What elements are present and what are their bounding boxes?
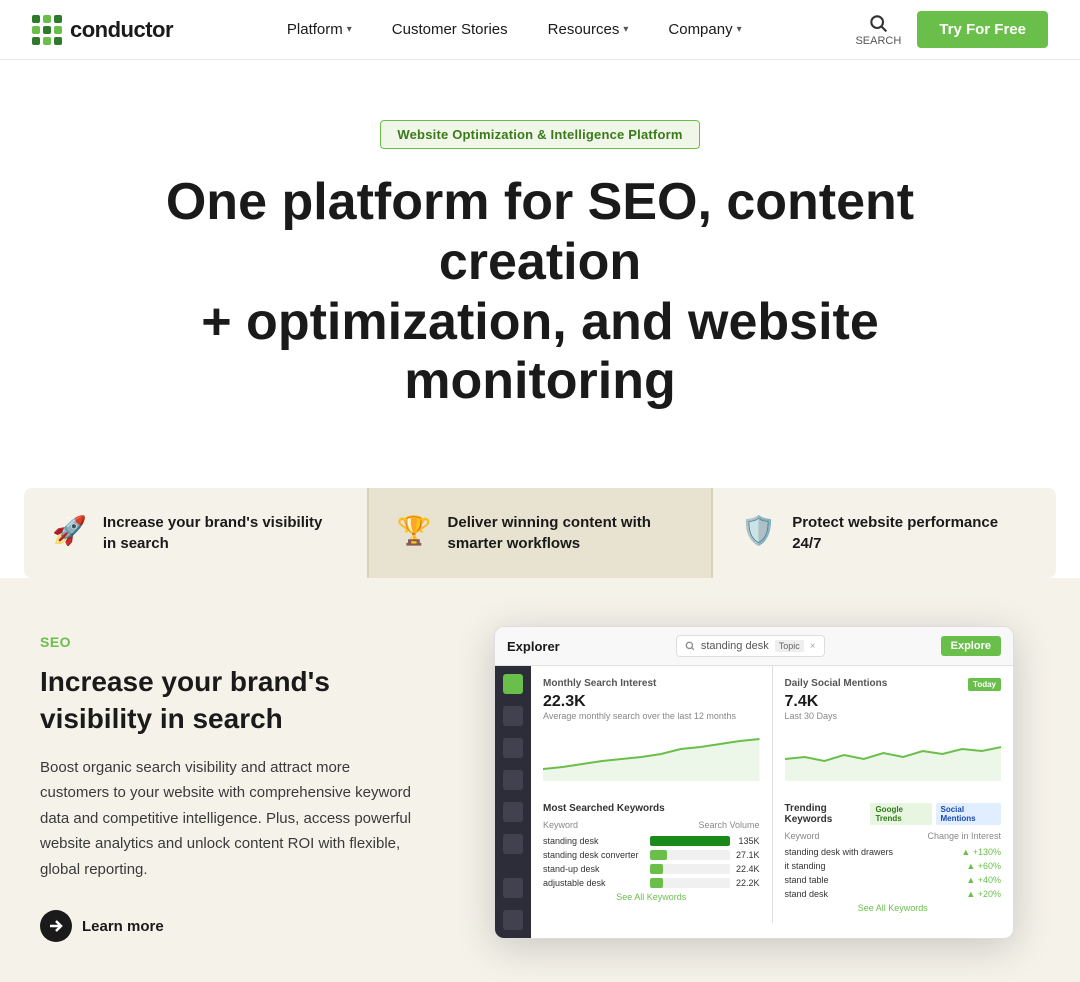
nav-links: Platform ▾ Customer Stories Resources ▾ …: [271, 13, 758, 46]
dashboard-tables-grid: Most Searched Keywords Keyword Search Vo…: [531, 793, 1013, 923]
section-label: SEO: [40, 634, 420, 650]
daily-social-card: Daily Social Mentions Today 7.4K Last 30…: [773, 666, 1014, 793]
table-row: it standing ▲ +60%: [785, 861, 1002, 871]
content-section: SEO Increase your brand's visibility in …: [0, 578, 1080, 982]
table-row: adjustable desk 22.2K: [543, 878, 760, 888]
nav-platform[interactable]: Platform ▾: [271, 13, 368, 46]
chevron-down-icon: ▾: [347, 24, 352, 35]
search-button[interactable]: SEARCH: [855, 13, 901, 47]
section-title: Increase your brand's visibility in sear…: [40, 664, 420, 737]
content-left: SEO Increase your brand's visibility in …: [40, 626, 420, 942]
sidebar-icon-user[interactable]: [503, 910, 523, 930]
table-row: stand-up desk 22.4K: [543, 864, 760, 874]
try-free-button[interactable]: Try For Free: [917, 11, 1048, 48]
dashboard-header: Explorer standing desk Topic × Explore: [495, 627, 1013, 666]
dashboard-body: Monthly Search Interest 22.3K Average mo…: [495, 666, 1013, 938]
social-mentions-tag: Social Mentions: [936, 803, 1002, 825]
see-all-trending-link[interactable]: See All Keywords: [785, 903, 1002, 913]
dashboard-screenshot: Explorer standing desk Topic × Explore: [494, 626, 1014, 939]
most-searched-table: Most Searched Keywords Keyword Search Vo…: [531, 793, 772, 923]
today-tag: Today: [968, 678, 1001, 691]
navbar: conductor Platform ▾ Customer Stories Re…: [0, 0, 1080, 60]
rocket-icon: 🚀: [52, 514, 87, 547]
close-icon[interactable]: ×: [810, 641, 816, 652]
see-all-keywords-link[interactable]: See All Keywords: [543, 892, 760, 902]
tab-monitor[interactable]: 🛡️ Protect website performance 24/7: [713, 488, 1056, 578]
trending-keywords-table: Trending Keywords Google Trends Social M…: [773, 793, 1014, 923]
table-row: stand table ▲ +40%: [785, 875, 1002, 885]
dashboard-sidebar: [495, 666, 531, 938]
search-icon: [868, 13, 888, 33]
sidebar-icon-leaf[interactable]: [503, 802, 523, 822]
social-chart: [785, 729, 1002, 781]
tab-seo[interactable]: 🚀 Increase your brand's visibility in se…: [24, 488, 367, 578]
dashboard-search[interactable]: standing desk Topic ×: [676, 635, 825, 657]
table-row: standing desk with drawers ▲ +130%: [785, 847, 1002, 857]
nav-right: SEARCH Try For Free: [855, 11, 1048, 48]
dashboard-charts-grid: Monthly Search Interest 22.3K Average mo…: [531, 666, 1013, 793]
google-trends-tag: Google Trends: [870, 803, 931, 825]
learn-more-link[interactable]: Learn more: [40, 910, 420, 942]
shield-icon: 🛡️: [741, 514, 776, 547]
logo-grid-icon: [32, 15, 62, 45]
chevron-down-icon: ▾: [737, 24, 742, 35]
topic-tag: Topic: [775, 640, 804, 652]
explore-button[interactable]: Explore: [941, 636, 1001, 656]
sidebar-icon-settings[interactable]: [503, 878, 523, 898]
feature-tabs: 🚀 Increase your brand's visibility in se…: [24, 488, 1056, 578]
table-row: standing desk 135K: [543, 836, 760, 846]
sidebar-icon-chart[interactable]: [503, 706, 523, 726]
logo[interactable]: conductor: [32, 15, 173, 45]
dashboard-content: Monthly Search Interest 22.3K Average mo…: [531, 666, 1013, 938]
arrow-circle-icon: [40, 910, 72, 942]
section-body: Boost organic search visibility and attr…: [40, 755, 420, 883]
nav-company[interactable]: Company ▾: [652, 13, 757, 46]
monthly-chart: [543, 729, 760, 781]
nav-resources[interactable]: Resources ▾: [532, 13, 645, 46]
search-icon: [685, 641, 695, 651]
monthly-search-card: Monthly Search Interest 22.3K Average mo…: [531, 666, 772, 793]
sidebar-icon-person[interactable]: [503, 738, 523, 758]
sidebar-icon-bookmark[interactable]: [503, 834, 523, 854]
trophy-icon: 🏆: [397, 514, 432, 547]
hero-title: One platform for SEO, content creation +…: [150, 173, 930, 412]
sidebar-icon-grid[interactable]: [503, 770, 523, 790]
chevron-down-icon: ▾: [623, 24, 628, 35]
sidebar-icon-home[interactable]: [503, 674, 523, 694]
logo-text: conductor: [70, 17, 173, 43]
content-right: Explorer standing desk Topic × Explore: [468, 626, 1040, 942]
nav-customer-stories[interactable]: Customer Stories: [376, 13, 524, 46]
table-row: stand desk ▲ +20%: [785, 889, 1002, 899]
hero-badge: Website Optimization & Intelligence Plat…: [380, 120, 699, 149]
tab-content[interactable]: 🏆 Deliver winning content with smarter w…: [369, 488, 712, 578]
hero-section: Website Optimization & Intelligence Plat…: [0, 60, 1080, 452]
